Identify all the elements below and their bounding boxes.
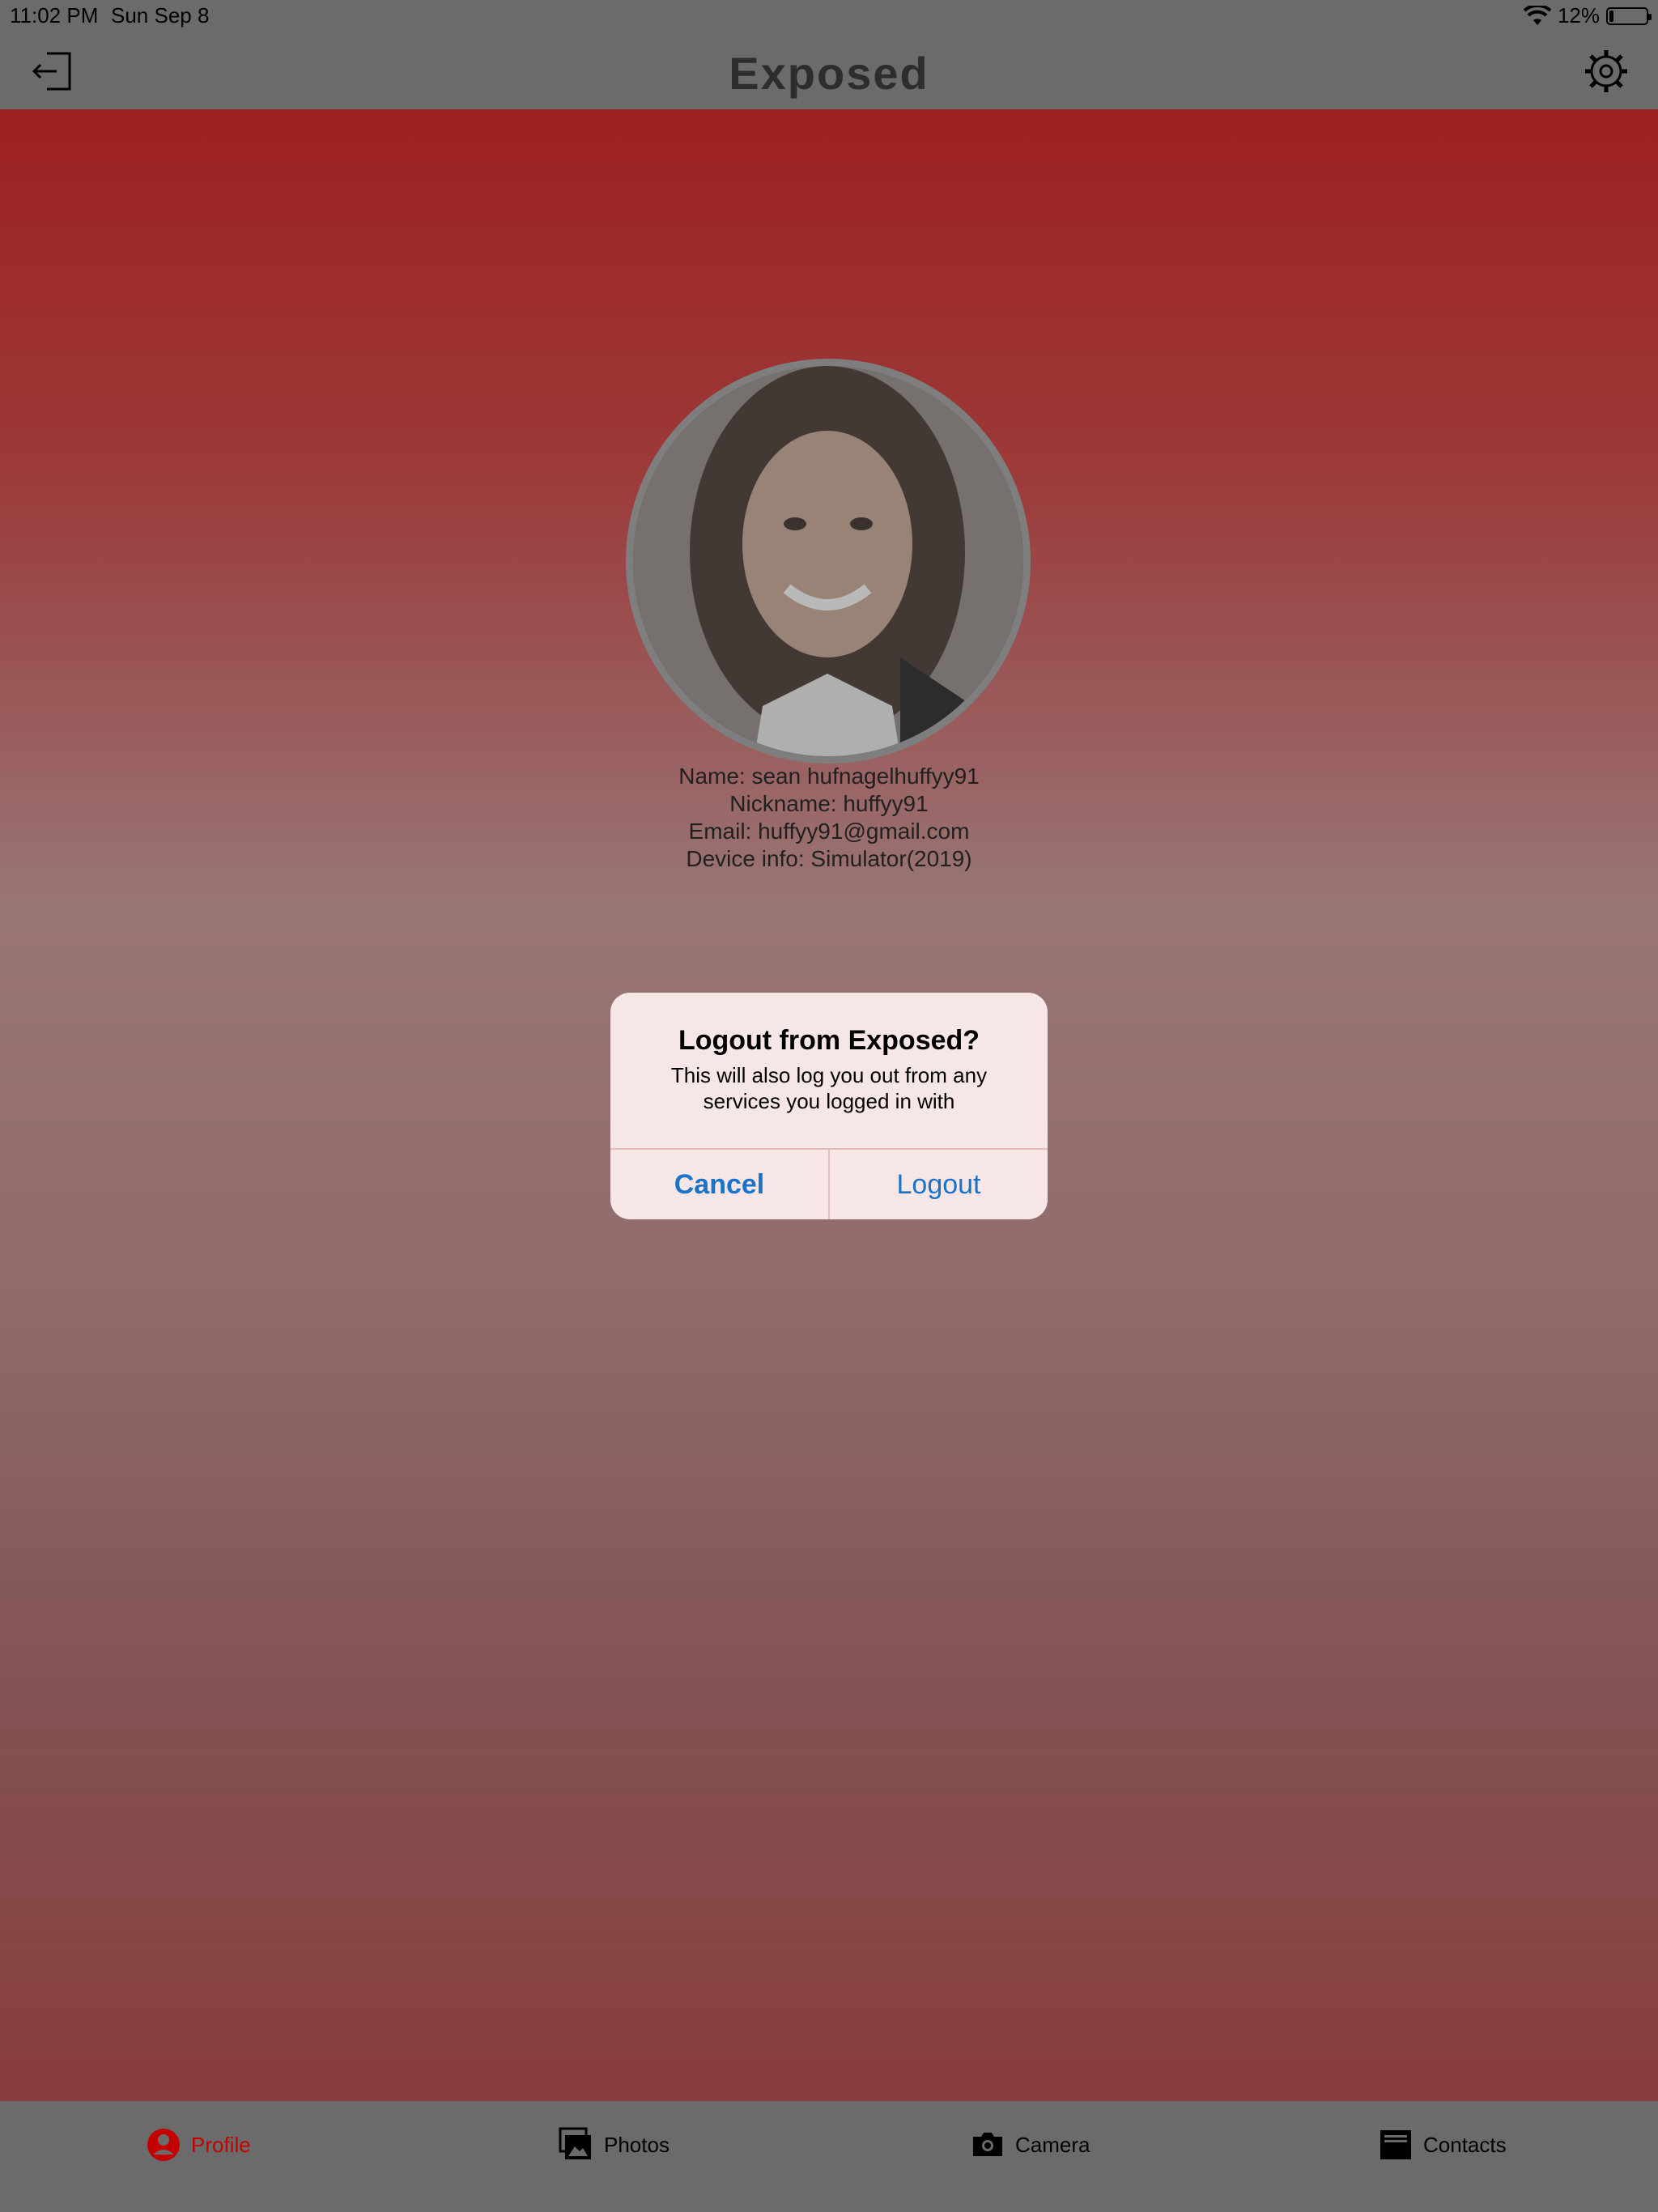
tab-photos[interactable]: Photos	[559, 2124, 670, 2166]
logout-alert: Logout from Exposed? This will also log …	[610, 993, 1048, 1219]
tab-profile[interactable]: Profile	[146, 2124, 251, 2166]
tab-label: Camera	[1015, 2132, 1090, 2157]
status-indicators: 12%	[1523, 3, 1652, 28]
battery-level	[1609, 10, 1613, 22]
alert-title: Logout from Exposed?	[678, 1025, 980, 1056]
status-bar: 11:02 PM Sun Sep 8 12%	[0, 0, 1658, 32]
status-date: Sun Sep 8	[111, 3, 210, 28]
battery-percent: 12%	[1557, 3, 1600, 28]
contacts-icon	[1380, 2130, 1411, 2159]
photos-icon	[559, 2127, 591, 2159]
status-time: 11:02 PM	[10, 3, 99, 28]
tab-label: Photos	[604, 2132, 670, 2157]
tab-bar: Profile Photos Camera Contacts	[0, 2101, 1658, 2212]
cancel-button[interactable]: Cancel	[610, 1150, 828, 1219]
logout-button[interactable]: Logout	[830, 1150, 1048, 1219]
person-icon	[147, 2129, 180, 2161]
tab-camera[interactable]: Camera	[970, 2124, 1090, 2166]
tab-label: Contacts	[1423, 2132, 1507, 2157]
tab-label: Profile	[191, 2132, 251, 2157]
tab-contacts[interactable]: Contacts	[1378, 2124, 1507, 2166]
navigation-bar: Exposed	[0, 32, 1658, 109]
gear-icon[interactable]	[1584, 49, 1629, 94]
wifi-icon	[1523, 5, 1551, 25]
battery-icon	[1606, 6, 1652, 25]
alert-message: This will also log you out from any serv…	[670, 1063, 988, 1113]
app-title: Exposed	[729, 48, 929, 99]
camera-icon	[973, 2133, 1002, 2156]
